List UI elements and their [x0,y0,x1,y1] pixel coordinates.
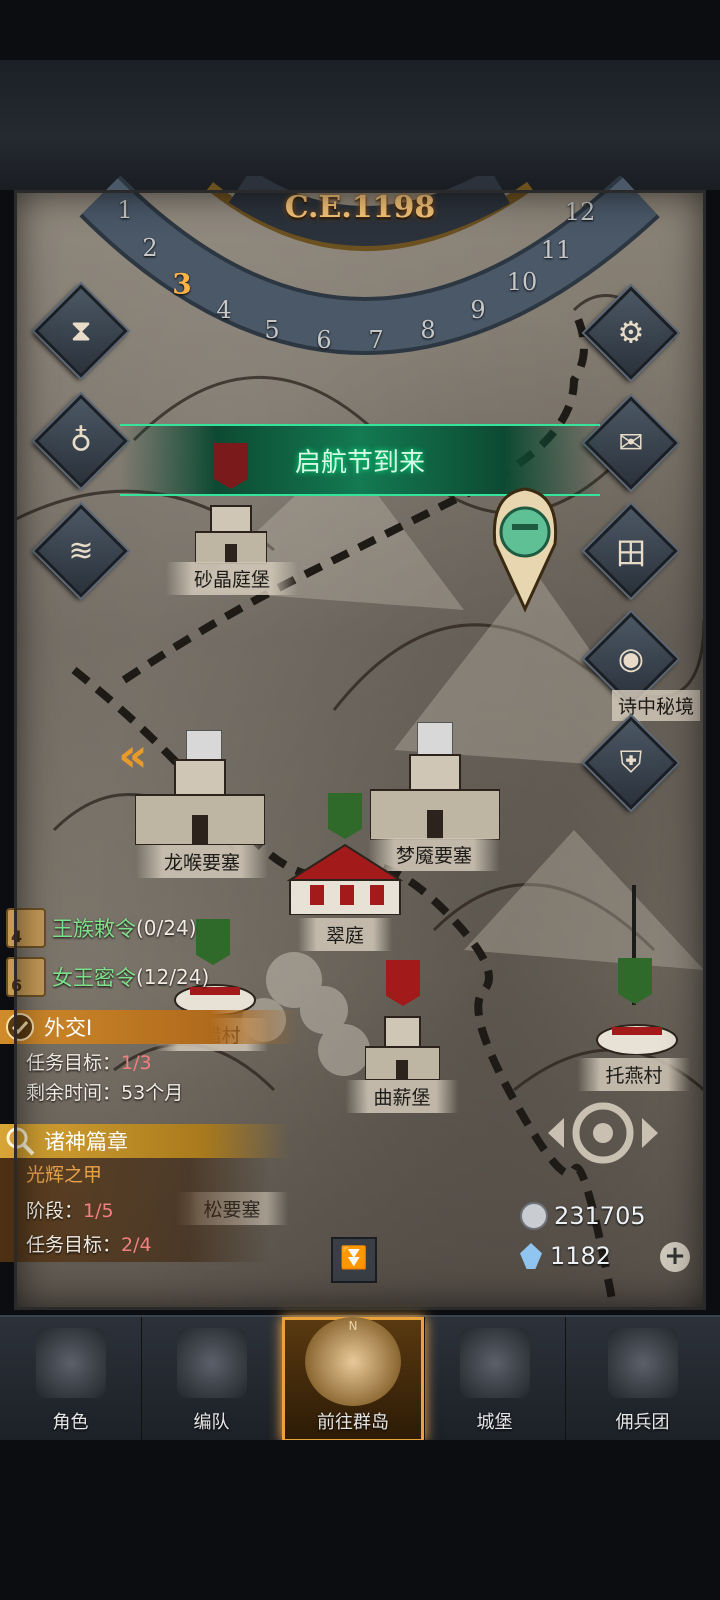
gods-chapter-header[interactable]: 诸神篇章 [0,1124,290,1158]
locate-button[interactable] [548,1098,658,1168]
castle-dragon-throat[interactable] [135,750,265,845]
diplomacy-target-row: 任务目标：1/3 [26,1048,152,1075]
month-marker: 7 [368,326,384,354]
silver-coin-icon [520,1202,548,1230]
helmet-icon: ⛨ [619,745,643,781]
knight-icon [35,1328,106,1398]
gods-target-label: 任务目标： [26,1234,122,1256]
diplomacy-time-row: 剩余时间：53个月 [26,1078,183,1105]
royal-order-progress: (0/24) [136,916,197,940]
month-marker: 11 [540,236,572,264]
place-label[interactable]: 翠庭 [297,918,393,951]
royal-order-scroll-icon: 4 [6,908,46,948]
nav-label: 城堡 [476,1412,513,1433]
collapse-icon[interactable]: ⏬ [331,1237,377,1283]
gods-chapter-title: 诸神篇章 [44,1130,128,1154]
money-bag-icon: ♁ [70,423,92,459]
mail-icon: ✉ [618,425,644,461]
royal-order-label: 王族敕令 [52,917,136,941]
crystal-currency: 1182 [520,1242,611,1270]
hourglass-icon: ⧗ [70,313,92,349]
queen-order-label: 女王密令 [52,966,136,990]
place-label[interactable]: 砂晶庭堡 [165,562,299,595]
month-marker: 3 [172,267,192,301]
queen-order-quest[interactable]: 6 女王密令 (12/24) [6,957,209,997]
gods-stage-row: 阶段：1/5 [26,1196,114,1223]
chevron-left-icon[interactable]: « [118,728,148,782]
nav-label: 编队 [193,1412,230,1433]
bottom-spacer [0,1440,720,1600]
nav-label: 佣兵团 [615,1412,670,1433]
place-label[interactable]: 龙喉要塞 [135,845,269,878]
silver-amount: 231705 [554,1202,646,1230]
month-marker: 6 [316,326,332,354]
window-icon: 田 [616,537,646,572]
nav-castle[interactable]: 城堡 [424,1317,566,1442]
month-marker: 10 [506,268,538,296]
diplomacy-title: 外交I [44,1016,93,1040]
scroll-icon: ≋ [68,533,94,569]
compass-n: N [348,1319,358,1333]
nav-label: 角色 [52,1412,89,1433]
month-marker: 5 [264,316,280,344]
add-crystal-button[interactable]: + [660,1242,690,1272]
gods-stage-label: 阶段： [26,1200,84,1222]
month-marker: 2 [142,234,158,262]
queen-order-progress: (12/24) [136,965,210,989]
year-display: C.E.1198 [284,190,436,225]
castle-emerald-court[interactable] [280,840,410,915]
bottom-nav: 角色 编队 N 前往群岛 城堡 佣兵团 [0,1315,720,1442]
helmet-group-icon [176,1328,247,1398]
queen-order-badge: 6 [11,976,23,995]
check-badge-icon [6,1013,34,1041]
magnifier-icon [6,1127,35,1156]
castle-nightmare[interactable] [370,745,500,840]
gods-target-row: 任务目标：2/4 [26,1230,152,1257]
diplomacy-target-label: 任务目标： [26,1052,122,1074]
castle-curved-firewood[interactable] [365,1012,440,1080]
secret-realm-label: 诗中秘境 [612,690,701,721]
royal-order-quest[interactable]: 4 王族敕令 (0/24) [6,908,197,948]
royal-order-badge: 4 [11,927,23,946]
diplomacy-time-value: 53个月 [121,1082,184,1104]
month-marker: 12 [564,198,596,226]
gods-target-value: 2/4 [121,1234,152,1256]
queen-order-scroll-icon: 6 [6,957,46,997]
gear-icon: ⚙ [617,315,645,351]
banner-flag-icon [607,1328,678,1398]
diplomacy-target-value: 1/3 [121,1052,152,1074]
month-marker: 4 [216,296,232,324]
nav-islands[interactable]: N 前往群岛 [282,1317,425,1442]
top-frame [0,60,720,190]
month-marker: 9 [470,296,486,324]
crystal-amount: 1182 [550,1242,612,1270]
coin-dice-icon: ◉ [617,641,645,677]
event-banner-text: 启航节到来 [294,447,425,478]
gods-stage-value: 1/5 [83,1200,114,1222]
month-marker: 1 [117,196,133,224]
crystal-icon [520,1243,542,1269]
castle-sand-crystal[interactable] [195,496,267,564]
place-label[interactable]: 曲薪堡 [345,1080,459,1113]
village-tuoyan[interactable] [592,1015,682,1055]
nav-character[interactable]: 角色 [0,1317,142,1442]
diplomacy-header[interactable]: 外交I [0,1010,300,1044]
player-marker[interactable] [490,484,560,614]
nav-formation[interactable]: 编队 [141,1317,283,1442]
diplomacy-time-label: 剩余时间： [26,1082,122,1104]
nav-label: 前往群岛 [317,1412,389,1433]
nav-mercenary[interactable]: 佣兵团 [565,1317,720,1442]
castle-icon [459,1328,530,1398]
month-marker: 8 [420,316,436,344]
silver-currency: 231705 [520,1202,646,1230]
place-label[interactable]: 托燕村 [577,1058,691,1091]
gods-chapter-subtitle: 光辉之甲 [26,1164,103,1186]
